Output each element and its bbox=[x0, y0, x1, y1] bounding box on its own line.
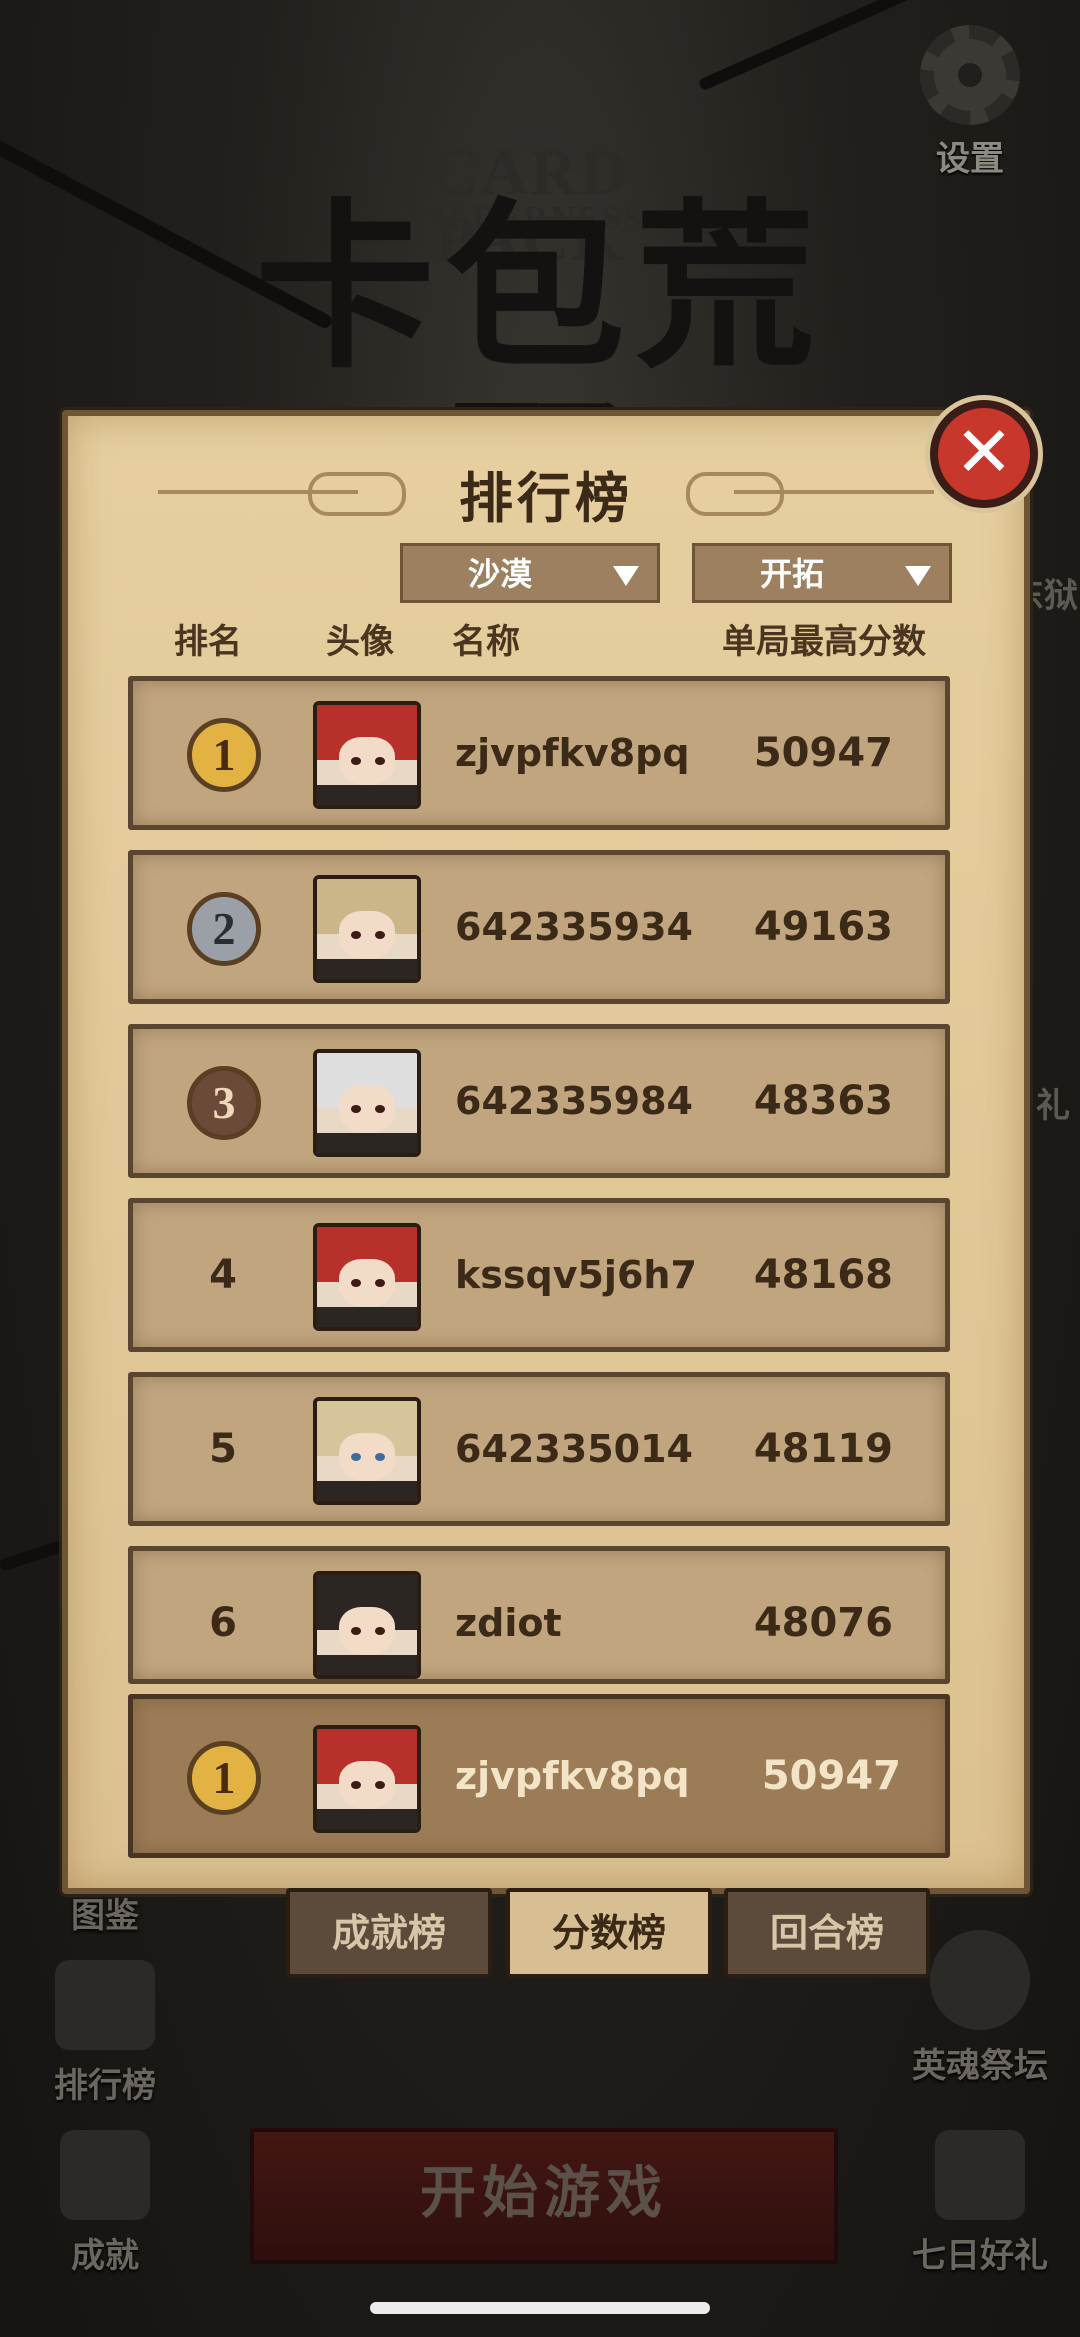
player-score: 48076 bbox=[753, 1600, 893, 1646]
tab-score-board[interactable]: 分数榜 bbox=[506, 1888, 712, 1978]
gold-medal-icon: 1 bbox=[187, 1741, 261, 1815]
column-header-avatar: 头像 bbox=[326, 622, 394, 662]
panel-title: 排行榜 bbox=[459, 467, 633, 530]
map-filter-dropdown[interactable]: 沙漠 bbox=[400, 543, 660, 603]
player-name: zjvpfkv8pq bbox=[455, 1754, 690, 1798]
player-name: kssqv5j6h7 bbox=[455, 1253, 697, 1297]
player-name: zdiot bbox=[455, 1601, 562, 1645]
column-header-name: 名称 bbox=[452, 622, 520, 662]
player-score: 49163 bbox=[753, 904, 893, 950]
player-name: 642335014 bbox=[455, 1427, 693, 1471]
close-button[interactable]: ✕ bbox=[930, 400, 1038, 508]
column-header-rank: 排名 bbox=[174, 622, 242, 662]
player-avatar bbox=[313, 1049, 421, 1157]
player-name: 642335984 bbox=[455, 1079, 693, 1123]
tab-achievement-board[interactable]: 成就榜 bbox=[286, 1888, 492, 1978]
rank-number: 6 bbox=[209, 1600, 237, 1646]
leaderboard-row: 1 zjvpfkv8pq 50947 bbox=[128, 676, 950, 830]
player-avatar bbox=[313, 1571, 421, 1679]
column-header-score: 单局最高分数 bbox=[722, 622, 926, 662]
my-rank-row: 1 zjvpfkv8pq 50947 bbox=[128, 1694, 950, 1858]
player-score: 48168 bbox=[753, 1252, 893, 1298]
player-avatar bbox=[313, 1725, 421, 1833]
tab-round-board[interactable]: 回合榜 bbox=[724, 1888, 930, 1978]
silver-medal-icon: 2 bbox=[187, 892, 261, 966]
gold-medal-icon: 1 bbox=[187, 718, 261, 792]
map-filter-value: 沙漠 bbox=[467, 555, 532, 593]
chevron-down-icon bbox=[905, 566, 931, 586]
mode-filter-value: 开拓 bbox=[759, 555, 824, 593]
player-score: 50947 bbox=[761, 1753, 901, 1799]
home-indicator[interactable] bbox=[370, 2302, 710, 2314]
leaderboard-row: 5 642335014 48119 bbox=[128, 1372, 950, 1526]
player-avatar bbox=[313, 1397, 421, 1505]
player-name: 642335934 bbox=[455, 905, 693, 949]
leaderboard-row: 6 zdiot 48076 bbox=[128, 1546, 950, 1684]
player-score: 48363 bbox=[753, 1078, 893, 1124]
player-avatar bbox=[313, 875, 421, 983]
bronze-medal-icon: 3 bbox=[187, 1066, 261, 1140]
player-avatar bbox=[313, 701, 421, 809]
leaderboard-row: 4 kssqv5j6h7 48168 bbox=[128, 1198, 950, 1352]
player-score: 50947 bbox=[753, 730, 893, 776]
player-avatar bbox=[313, 1223, 421, 1331]
rank-number: 5 bbox=[209, 1426, 237, 1472]
leaderboard-row: 2 642335934 49163 bbox=[128, 850, 950, 1004]
mode-filter-dropdown[interactable]: 开拓 bbox=[692, 543, 952, 603]
leaderboard-row: 3 642335984 48363 bbox=[128, 1024, 950, 1178]
player-name: zjvpfkv8pq bbox=[455, 731, 690, 775]
rank-number: 4 bbox=[209, 1252, 237, 1298]
chevron-down-icon bbox=[613, 566, 639, 586]
player-score: 48119 bbox=[753, 1426, 893, 1472]
